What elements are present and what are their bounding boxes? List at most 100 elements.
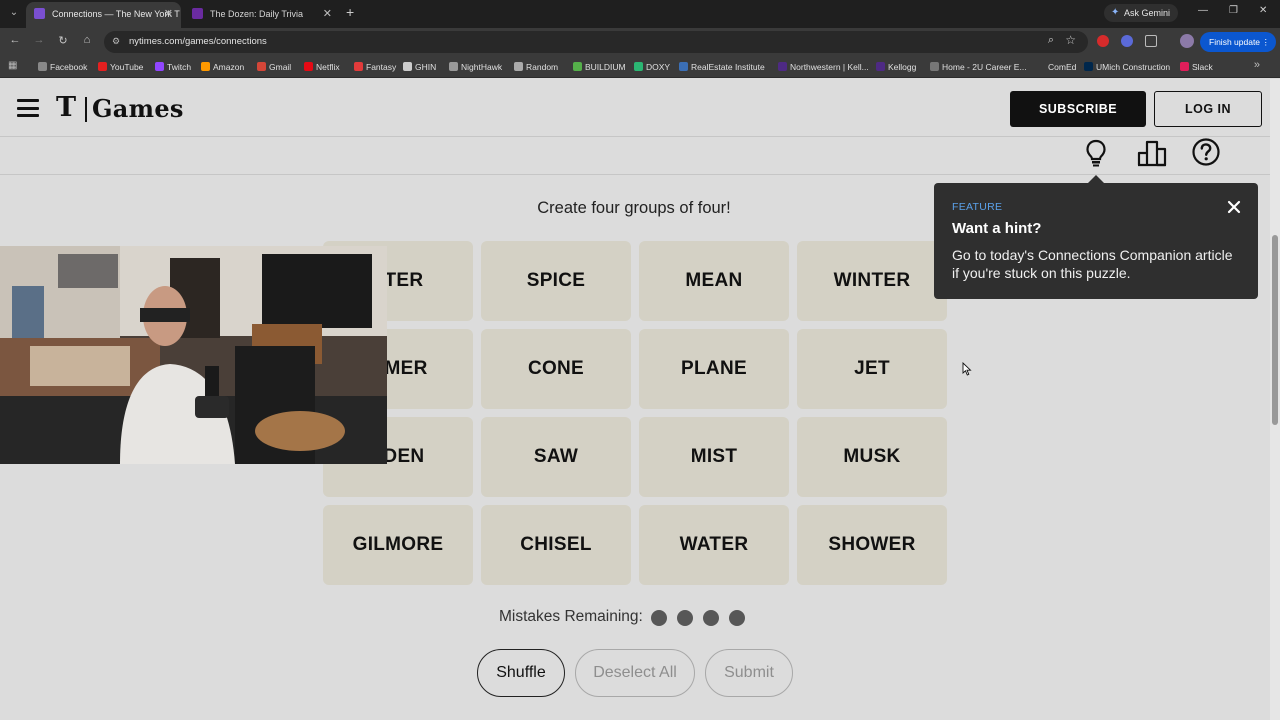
webcam-overlay-image [0, 246, 387, 464]
bookmark-fantasy[interactable]: Fantasy [354, 56, 396, 78]
bookmark-label: NightHawk [461, 62, 503, 72]
bookmark-ghin[interactable]: GHIN [403, 56, 436, 78]
more-bookmarks-icon[interactable]: » [1254, 59, 1260, 71]
deselect-all-button[interactable]: Deselect All [575, 649, 695, 697]
nyt-logo-mark[interactable]: T [56, 92, 76, 123]
word-tile[interactable]: SHOWER [797, 505, 947, 585]
games-logo[interactable]: Games [92, 94, 184, 123]
close-tab-icon[interactable]: ✕ [164, 2, 173, 26]
menu-icon[interactable] [17, 99, 39, 117]
bookmark-comed[interactable]: ComEd [1036, 56, 1076, 78]
forward-icon[interactable]: → [31, 34, 47, 46]
bookmark-umich-construction[interactable]: UMich Construction [1084, 56, 1170, 78]
close-tab-icon[interactable]: ✕ [323, 2, 332, 26]
tab-the-dozen[interactable]: The Dozen: Daily Trivia ✕ [184, 2, 340, 28]
bookmark-amazon[interactable]: Amazon [201, 56, 244, 78]
bookmark-label: UMich Construction [1096, 62, 1171, 72]
logo-divider [85, 97, 87, 122]
bookmark-doxy[interactable]: DOXY [634, 56, 670, 78]
bookmark-buildium[interactable]: BUILDIUM [573, 56, 626, 78]
game-prompt: Create four groups of four! [537, 199, 731, 217]
leaderboard-icon[interactable] [1137, 138, 1167, 168]
bookmark-realestate-institute[interactable]: RealEstate Institute [679, 56, 765, 78]
bookmark-favicon-icon [304, 62, 313, 71]
more-menu-icon[interactable]: ⋮ [1262, 32, 1271, 52]
help-icon[interactable] [1191, 137, 1221, 167]
tooltip-body[interactable]: Go to today's Connections Companion arti… [952, 246, 1242, 282]
close-window-icon[interactable]: ✕ [1259, 5, 1267, 16]
new-tab-icon[interactable]: + [346, 4, 354, 20]
apps-grid-icon[interactable]: ▦ [8, 60, 17, 71]
word-tile[interactable]: MEAN [639, 241, 789, 321]
bookmark-label: DOXY [646, 62, 671, 72]
restore-icon[interactable]: ❐ [1229, 5, 1238, 16]
bookmark-favicon-icon [679, 62, 688, 71]
word-tile[interactable]: MUSK [797, 417, 947, 497]
bookmark-favicon-icon [354, 62, 363, 71]
word-tile[interactable]: PLANE [639, 329, 789, 409]
home-icon[interactable]: ⌂ [79, 34, 95, 46]
address-bar[interactable]: ⚙ nytimes.com/games/connections ⌕ ☆ [104, 31, 1088, 53]
bookmark-label: Slack [1192, 62, 1213, 72]
site-info-icon[interactable]: ⚙ [112, 36, 122, 46]
tooltip-title: Want a hint? [952, 220, 1042, 237]
hint-lightbulb-icon[interactable] [1081, 138, 1111, 168]
bookmark-gmail[interactable]: Gmail [257, 56, 291, 78]
bookmark-twitch[interactable]: Twitch [155, 56, 191, 78]
gemini-sparkle-icon: ✦ [1111, 7, 1120, 18]
word-tile[interactable]: MIST [639, 417, 789, 497]
mistake-dot [729, 610, 745, 626]
profile-avatar-icon[interactable] [1180, 34, 1194, 48]
bookmark-kellogg[interactable]: Kellogg [876, 56, 916, 78]
back-icon[interactable]: ← [7, 34, 23, 46]
game-toolbar [0, 137, 1270, 175]
bookmark-slack[interactable]: Slack [1180, 56, 1213, 78]
word-tile[interactable]: SPICE [481, 241, 631, 321]
bookmark-favicon-icon [930, 62, 939, 71]
mistake-dot [677, 610, 693, 626]
word-tile[interactable]: WATER [639, 505, 789, 585]
reload-icon[interactable]: ↻ [55, 34, 71, 47]
scrollbar-thumb[interactable] [1272, 235, 1278, 425]
bookmark-nighthawk[interactable]: NightHawk [449, 56, 502, 78]
word-tile[interactable]: GILMORE [323, 505, 473, 585]
bookmark-favicon-icon [257, 62, 266, 71]
word-tile[interactable]: CONE [481, 329, 631, 409]
extensions-puzzle-icon[interactable] [1145, 35, 1157, 47]
bookmark-netflix[interactable]: Netflix [304, 56, 340, 78]
bookmark-favicon-icon [38, 62, 47, 71]
url-text: nytimes.com/games/connections [129, 36, 267, 47]
tab-search-icon[interactable]: ⌄ [6, 5, 22, 21]
minimize-icon[interactable]: — [1198, 5, 1208, 16]
login-button[interactable]: LOG IN [1154, 91, 1262, 127]
tab-connections[interactable]: Connections — The New York T ✕ [26, 2, 181, 28]
bookmark-random[interactable]: Random [514, 56, 558, 78]
extension-red-icon[interactable] [1097, 35, 1109, 47]
bookmark-label: YouTube [110, 62, 144, 72]
bookmark-label: Amazon [213, 62, 245, 72]
finish-update-button[interactable]: Finish update ⋮ [1200, 32, 1277, 52]
bookmark-label: Home - 2U Career E... [942, 62, 1027, 72]
bookmark-youtube[interactable]: YouTube [98, 56, 143, 78]
bookmark-northwestern-kell[interactable]: Northwestern | Kell... [778, 56, 869, 78]
word-tile[interactable]: WINTER [797, 241, 947, 321]
submit-button[interactable]: Submit [705, 649, 793, 697]
bookmark-star-icon[interactable]: ☆ [1065, 33, 1076, 47]
ask-gemini-button[interactable]: ✦ Ask Gemini [1104, 4, 1179, 22]
tab-title: The Dozen: Daily Trivia [210, 9, 304, 19]
word-tile[interactable]: JET [797, 329, 947, 409]
bookmark-facebook[interactable]: Facebook [38, 56, 87, 78]
close-icon[interactable] [1226, 199, 1242, 215]
bookmark-favicon-icon [514, 62, 523, 71]
extension-blue-icon[interactable] [1121, 35, 1133, 47]
word-tile[interactable]: SAW [481, 417, 631, 497]
bookmark-home-2u-career-e[interactable]: Home - 2U Career E... [930, 56, 1027, 78]
finish-update-label: Finish update [1209, 37, 1261, 47]
subscribe-button[interactable]: SUBSCRIBE [1010, 91, 1146, 127]
zoom-icon[interactable]: ⌕ [1048, 34, 1054, 47]
ask-gemini-label: Ask Gemini [1124, 8, 1171, 18]
word-tile[interactable]: CHISEL [481, 505, 631, 585]
bookmark-label: ComEd [1048, 62, 1077, 72]
page-scrollbar[interactable] [1270, 79, 1280, 720]
shuffle-button[interactable]: Shuffle [477, 649, 565, 697]
